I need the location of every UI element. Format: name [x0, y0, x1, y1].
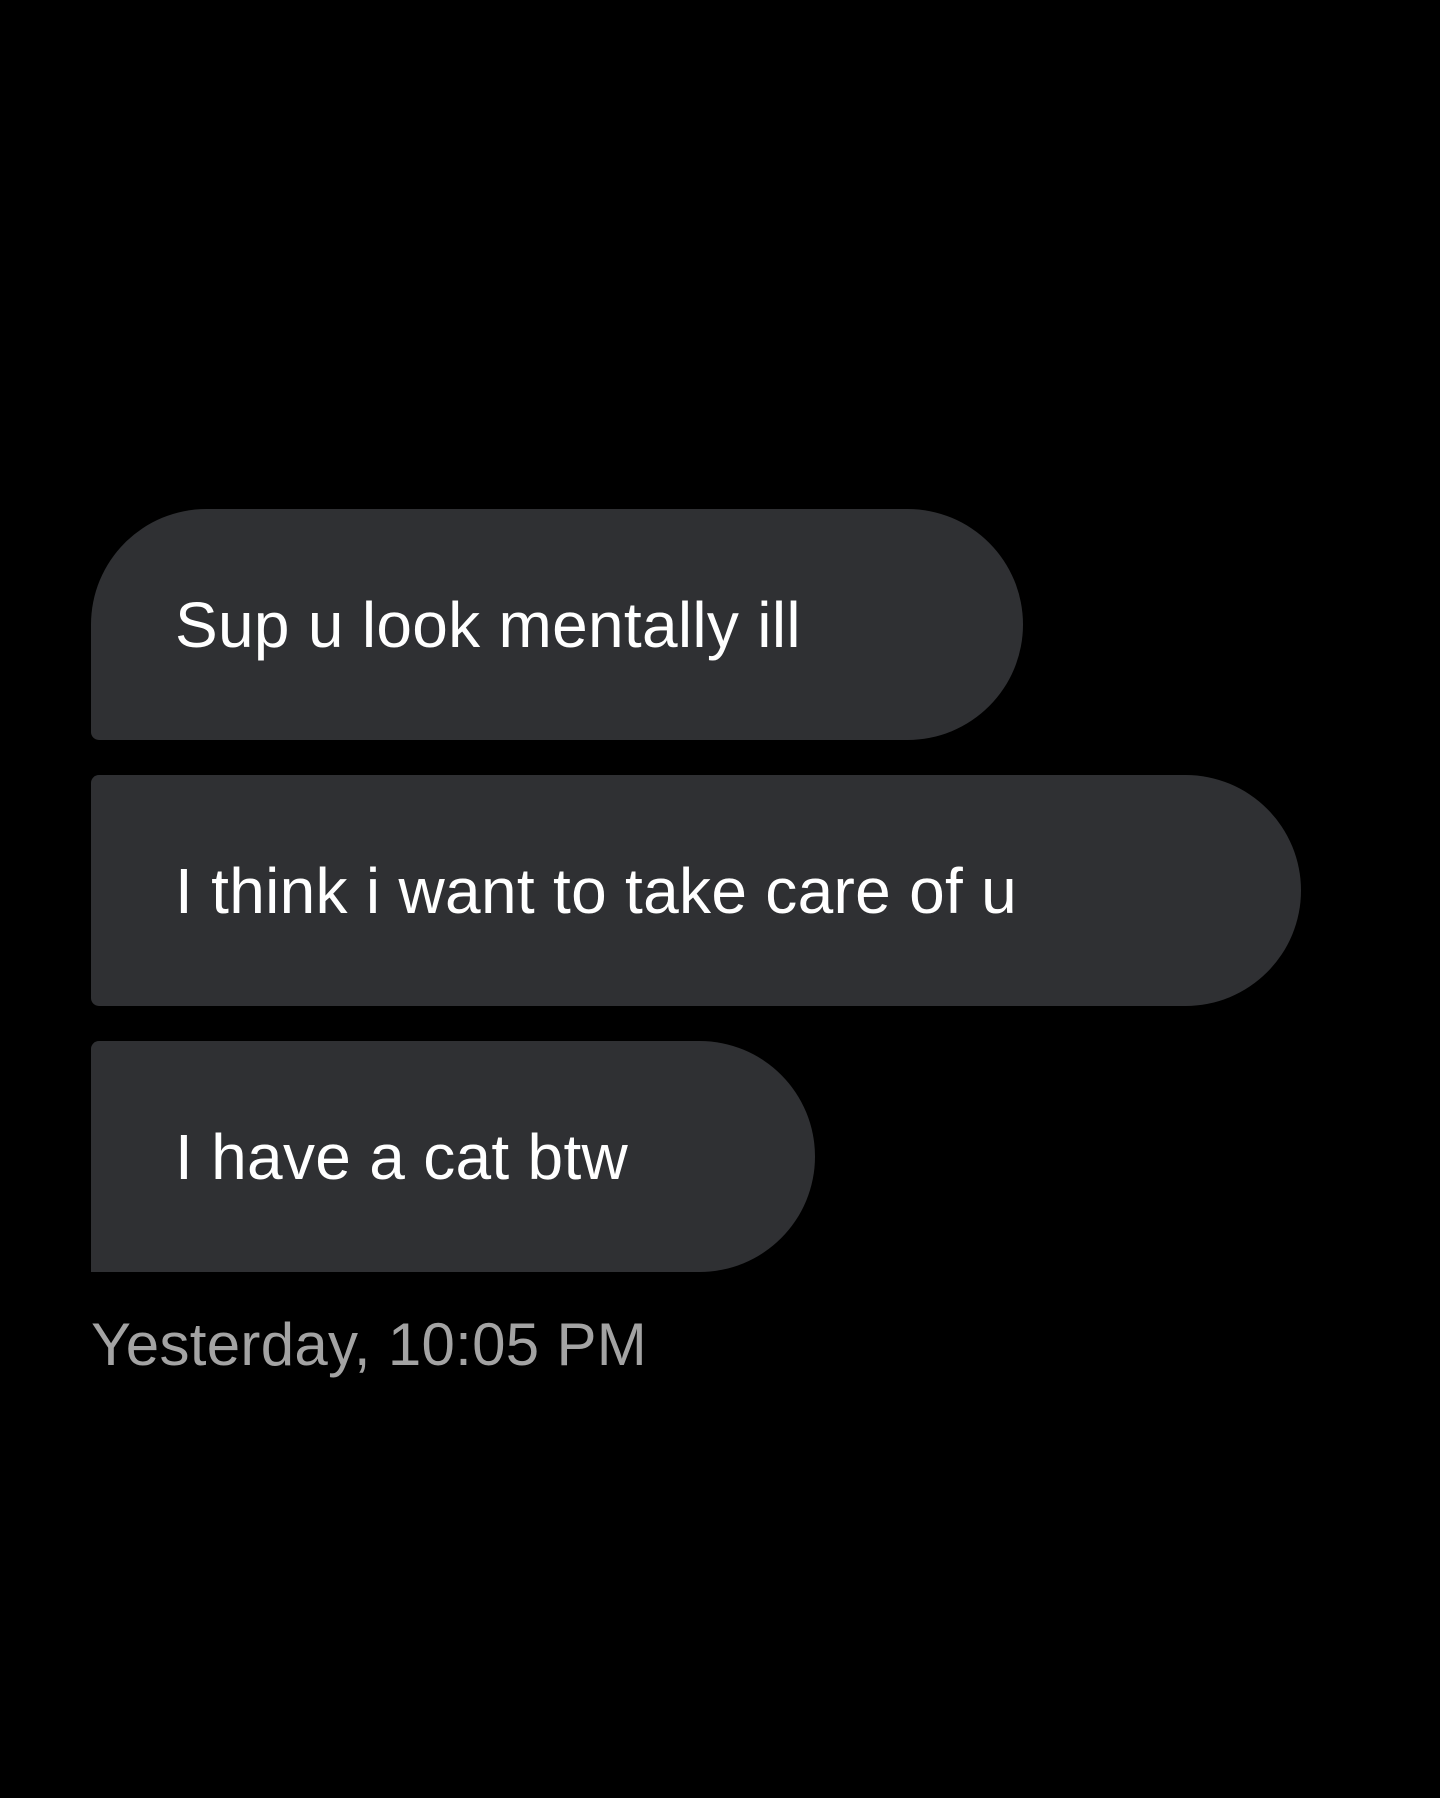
message-text: Sup u look mentally ill — [175, 588, 801, 661]
message-text: I have a cat btw — [175, 1120, 629, 1193]
message-bubble[interactable]: I have a cat btw — [91, 1041, 815, 1272]
message-text: I think i want to take care of u — [175, 854, 1018, 927]
message-bubble[interactable]: I think i want to take care of u — [91, 775, 1301, 1006]
message-thread: Sup u look mentally ill I think i want t… — [91, 509, 1391, 1379]
message-timestamp: Yesterday, 10:05 PM — [91, 1311, 648, 1378]
message-bubble[interactable]: Sup u look mentally ill — [91, 509, 1023, 740]
